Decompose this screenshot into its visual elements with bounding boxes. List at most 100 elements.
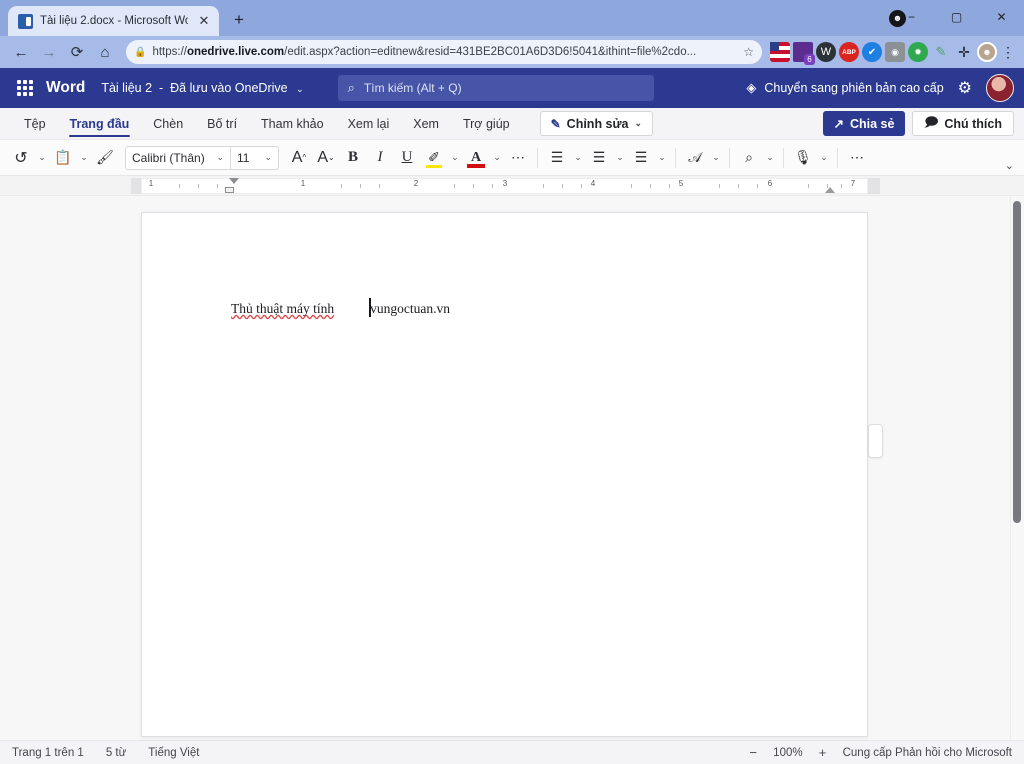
tab-tep[interactable]: Tệp [12, 108, 58, 139]
editing-mode-label: Chỉnh sửa [566, 116, 629, 131]
styles-chevron-down-icon[interactable]: ⌄ [709, 144, 723, 172]
maximize-button[interactable]: ▢ [934, 0, 979, 34]
feedback-link[interactable]: Cung cấp Phản hồi cho Microsoft [843, 747, 1012, 759]
tab-xem[interactable]: Xem [401, 108, 451, 139]
bold-button[interactable]: B [340, 144, 366, 172]
tab-bo-tri[interactable]: Bố trí [195, 108, 249, 139]
underline-button[interactable]: U [394, 144, 420, 172]
browser-tab[interactable]: Tài liệu 2.docx - Microsoft Word ✕ [8, 6, 219, 36]
chevron-down-icon[interactable]: ⌄ [296, 84, 304, 94]
comments-button[interactable]: 🗩 Chú thích [912, 111, 1014, 136]
extensions-row: W ABP ✔ ◉ ✹ ✎ ✛ ☻ ⋮ [770, 42, 1016, 65]
document-title[interactable]: Tài liệu 2 - Đã lưu vào OneDrive ⌄ [101, 81, 303, 95]
comment-icon: 🗩 [924, 115, 939, 129]
bullet-list-button[interactable]: ☰ [544, 144, 570, 172]
font-family-select[interactable]: Calibri (Thân) ⌄ [126, 147, 230, 169]
tab-xem-lai[interactable]: Xem lại [336, 108, 402, 139]
zoom-controls: − 100% + [747, 745, 828, 760]
find-chevron-down-icon[interactable]: ⌄ [763, 144, 777, 172]
address-bar[interactable]: 🔒 https://onedrive.live.com/edit.aspx?ac… [126, 40, 762, 64]
paste-chevron-down-icon[interactable]: ⌄ [77, 144, 91, 172]
text-highlight-button[interactable]: ✐ [421, 144, 447, 172]
window-close-button[interactable]: ✕ [979, 0, 1024, 34]
gear-icon[interactable]: ⚙ [954, 78, 976, 98]
app-launcher-icon[interactable] [10, 73, 40, 103]
pointer-extension-icon[interactable]: ✎ [931, 42, 951, 62]
undo-chevron-down-icon[interactable]: ⌄ [35, 144, 49, 172]
share-button[interactable]: ↗ Chia sẻ [822, 111, 906, 136]
purple-app-extension-icon[interactable] [793, 42, 815, 65]
forward-icon[interactable]: → [36, 39, 62, 65]
us-flag-extension-icon[interactable] [770, 42, 790, 62]
left-indent-marker[interactable] [225, 187, 234, 193]
word-header-right: ◈ Chuyển sang phiên bản cao cấp ⚙ [746, 74, 1014, 102]
tab-tro-giup[interactable]: Trợ giúp [451, 108, 522, 139]
word-count-status[interactable]: 5 từ [106, 747, 126, 759]
scrollbar-thumb[interactable] [1013, 201, 1021, 523]
tab-chen[interactable]: Chèn [141, 108, 195, 139]
upgrade-premium-button[interactable]: ◈ Chuyển sang phiên bản cao cấp [746, 80, 943, 96]
tab-trang-dau[interactable]: Trang đầu [58, 108, 142, 139]
align-button[interactable]: ☰ [628, 144, 654, 172]
share-button-label: Chia sẻ [850, 116, 895, 131]
numbered-list-button[interactable]: ☰ [586, 144, 612, 172]
close-icon[interactable]: ✕ [195, 12, 213, 30]
address-bar-url: https://onedrive.live.com/edit.aspx?acti… [152, 46, 697, 58]
app-name[interactable]: Word [46, 79, 85, 97]
back-icon[interactable]: ← [8, 39, 34, 65]
paste-button[interactable]: 📋 [50, 144, 76, 172]
italic-button[interactable]: I [367, 144, 393, 172]
page-count-status[interactable]: Trang 1 trên 1 [12, 747, 84, 759]
blue-check-extension-icon[interactable]: ✔ [862, 42, 882, 62]
bookmark-star-icon[interactable]: ☆ [743, 45, 754, 59]
align-chevron-down-icon[interactable]: ⌄ [655, 144, 669, 172]
language-status[interactable]: Tiếng Việt [148, 747, 199, 759]
font-color-chevron-down-icon[interactable]: ⌄ [490, 144, 504, 172]
green-globe-extension-icon[interactable]: ✹ [908, 42, 928, 62]
bullets-chevron-down-icon[interactable]: ⌄ [571, 144, 585, 172]
comments-pane-toggle[interactable] [868, 424, 883, 458]
toolbar-divider [729, 147, 730, 168]
puzzle-extension-icon[interactable]: ✛ [954, 42, 974, 62]
search-input[interactable]: ⌕ Tìm kiếm (Alt + Q) [337, 75, 654, 101]
numbering-chevron-down-icon[interactable]: ⌄ [613, 144, 627, 172]
find-button[interactable]: ⌕ [736, 144, 762, 172]
zoom-in-button[interactable]: + [817, 745, 829, 760]
font-size-select[interactable]: 11 ⌄ [230, 146, 278, 169]
undo-button[interactable]: ↺ [8, 144, 34, 172]
styles-button[interactable]: 𝒜 [682, 144, 708, 172]
screenshot-extension-icon[interactable]: ◉ [885, 42, 905, 62]
document-text-line[interactable]: Thủ thuật máy tính vungoctuan.vn [231, 298, 450, 317]
diamond-icon: ◈ [746, 80, 757, 95]
minimize-button[interactable]: − [889, 0, 934, 34]
grow-font-button[interactable]: A ^ [286, 144, 312, 172]
dictate-chevron-down-icon[interactable]: ⌄ [817, 144, 831, 172]
new-tab-button[interactable]: + [225, 6, 253, 34]
first-line-indent-marker[interactable] [229, 178, 239, 184]
tab-tham-khao[interactable]: Tham khảo [249, 108, 336, 139]
toolbar-divider [783, 147, 784, 168]
more-tools-button[interactable]: ⋯ [844, 144, 870, 172]
user-avatar[interactable] [986, 74, 1014, 102]
editing-mode-button[interactable]: ✎ Chỉnh sửa ⌄ [539, 111, 654, 136]
shrink-font-button[interactable]: A ⌄ [313, 144, 339, 172]
more-font-options-button[interactable]: ⋯ [505, 144, 531, 172]
home-icon[interactable]: ⌂ [92, 39, 118, 65]
right-indent-marker[interactable] [825, 187, 835, 193]
zoom-level[interactable]: 100% [773, 747, 802, 759]
wordpress-extension-icon[interactable]: W [816, 42, 836, 62]
browser-menu-icon[interactable]: ⋮ [1000, 42, 1016, 62]
format-painter-button[interactable]: 🖌 [92, 144, 118, 172]
dictate-button[interactable]: 🎙 [790, 144, 816, 172]
font-color-button[interactable]: A [463, 144, 489, 172]
profile-avatar-extension-icon[interactable]: ☻ [977, 42, 997, 62]
highlight-chevron-down-icon[interactable]: ⌄ [448, 144, 462, 172]
adblock-plus-extension-icon[interactable]: ABP [839, 42, 859, 62]
reload-icon[interactable]: ⟳ [64, 39, 90, 65]
zoom-out-button[interactable]: − [747, 745, 759, 760]
document-page[interactable]: Thủ thuật máy tính vungoctuan.vn [141, 212, 868, 737]
chevron-down-icon: ⌄ [264, 152, 272, 162]
document-ruler[interactable]: 1 1 2 3 4 5 6 7 [0, 176, 1024, 196]
collapse-ribbon-icon[interactable]: ⌄ [1005, 159, 1014, 172]
document-scrollbar[interactable] [1010, 196, 1024, 740]
